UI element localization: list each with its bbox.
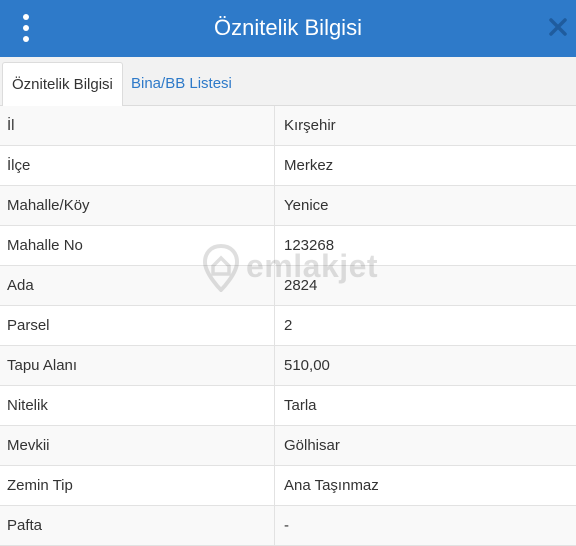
- tab-oznitelik-bilgisi[interactable]: Öznitelik Bilgisi: [2, 62, 123, 107]
- row-label: Zemin Tip: [7, 477, 73, 494]
- row-value: -: [284, 517, 289, 534]
- row-value: 123268: [284, 237, 335, 254]
- attribute-table: İl Kırşehir İlçe Merkez Mahalle/Köy Yeni…: [0, 106, 576, 546]
- header-bar: Öznitelik Bilgisi: [0, 0, 576, 57]
- row-value: 510,00: [284, 357, 330, 374]
- table-row: İl Kırşehir: [0, 106, 576, 146]
- row-value: Yenice: [284, 197, 329, 214]
- page-title: Öznitelik Bilgisi: [214, 15, 362, 40]
- table-row: Ada 2824: [0, 266, 576, 306]
- row-value: Kırşehir: [284, 117, 336, 134]
- row-value: Merkez: [284, 157, 334, 174]
- row-label: Nitelik: [7, 397, 48, 414]
- row-label: Ada: [7, 277, 34, 294]
- table-row: Tapu Alanı 510,00: [0, 346, 576, 386]
- close-button[interactable]: [548, 17, 568, 37]
- row-label: İlçe: [7, 157, 31, 174]
- table-row: İlçe Merkez: [0, 146, 576, 186]
- row-value: 2824: [284, 277, 318, 294]
- row-label: Parsel: [7, 317, 50, 334]
- table-row: Mahalle/Köy Yenice: [0, 186, 576, 226]
- row-label: Mahalle/Köy: [7, 197, 90, 214]
- row-label: Mahalle No: [7, 237, 83, 254]
- table-row: Mahalle No 123268: [0, 226, 576, 266]
- table-row: Mevkii Gölhisar: [0, 426, 576, 466]
- row-label: Pafta: [7, 517, 43, 534]
- close-icon: [549, 18, 567, 36]
- tab-bar: Öznitelik Bilgisi Bina/BB Listesi: [0, 57, 576, 107]
- row-value: Gölhisar: [284, 437, 340, 454]
- row-label: Tapu Alanı: [7, 357, 78, 374]
- table-row: Nitelik Tarla: [0, 386, 576, 426]
- table-row: Zemin Tip Ana Taşınmaz: [0, 466, 576, 506]
- row-label: İl: [7, 117, 15, 134]
- row-value: 2: [284, 317, 293, 334]
- table-row: Parsel 2: [0, 306, 576, 346]
- row-value: Tarla: [284, 397, 317, 414]
- row-value: Ana Taşınmaz: [284, 477, 379, 494]
- tab-bina-bb-listesi[interactable]: Bina/BB Listesi: [122, 62, 241, 105]
- row-label: Mevkii: [7, 437, 50, 454]
- table-row: Pafta -: [0, 506, 576, 546]
